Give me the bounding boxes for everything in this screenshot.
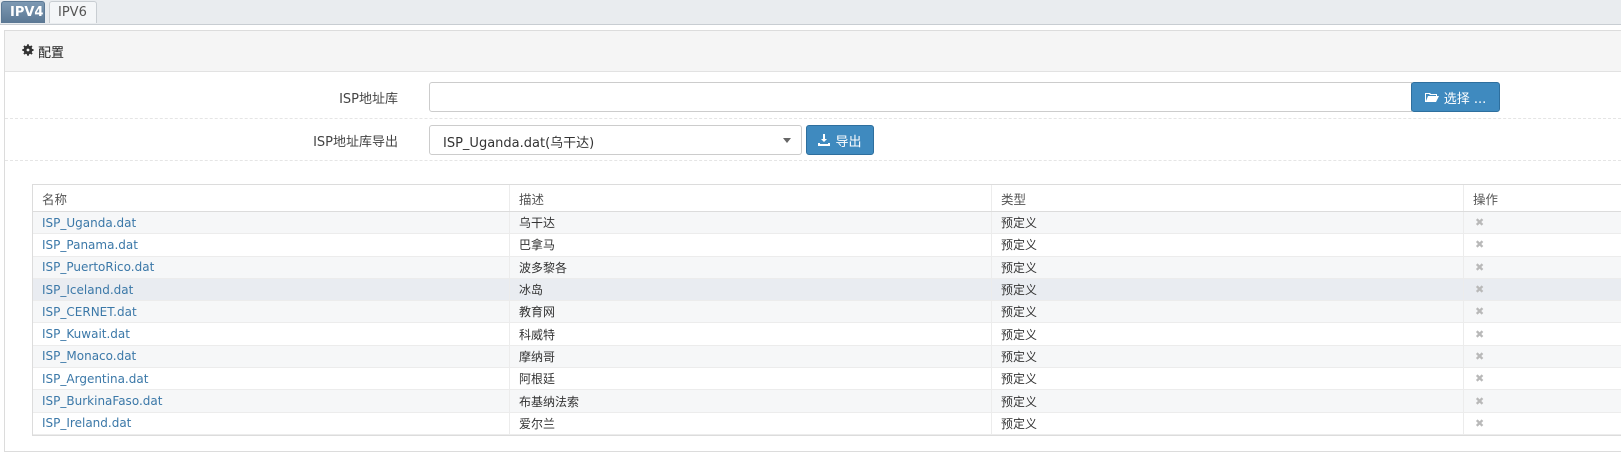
column-header-name[interactable]: 名称 xyxy=(33,185,509,211)
isp-library-label: ISP地址库 xyxy=(339,92,398,107)
export-button[interactable]: 导出 xyxy=(806,125,874,155)
gear-icon xyxy=(22,44,34,56)
table-row[interactable]: ISP_BurkinaFaso.dat 布基纳法索 预定义 ✖ xyxy=(33,390,1621,413)
config-panel: 配置 ISP地址库 选择 ... ISP地址库导出 ISP_Uganda.dat… xyxy=(4,30,1621,452)
row-desc: 摩纳哥 xyxy=(509,345,991,368)
row-desc: 教育网 xyxy=(509,301,991,323)
table-row[interactable]: ISP_Kuwait.dat 科威特 预定义 ✖ xyxy=(33,323,1621,346)
isp-library-input[interactable] xyxy=(429,82,1412,112)
row-name-link[interactable]: ISP_PuertoRico.dat xyxy=(33,257,509,278)
delete-icon[interactable]: ✖ xyxy=(1463,234,1621,256)
export-select-value: ISP_Uganda.dat(乌干达) xyxy=(443,136,595,151)
row-desc: 布基纳法索 xyxy=(509,390,991,412)
export-select[interactable]: ISP_Uganda.dat(乌干达) xyxy=(429,125,802,155)
column-header-type[interactable]: 类型 xyxy=(991,185,1463,211)
row-type: 预定义 xyxy=(991,323,1463,345)
row-desc: 乌干达 xyxy=(509,212,991,234)
tab-ipv4[interactable]: IPV4 xyxy=(1,1,45,23)
delete-icon[interactable]: ✖ xyxy=(1463,323,1621,345)
table-row[interactable]: ISP_PuertoRico.dat 波多黎各 预定义 ✖ xyxy=(33,256,1621,279)
delete-icon[interactable]: ✖ xyxy=(1463,256,1621,278)
row-desc: 波多黎各 xyxy=(509,256,991,278)
row-name-link[interactable]: ISP_CERNET.dat xyxy=(33,301,509,322)
column-header-action: 操作 xyxy=(1463,185,1621,211)
form-divider xyxy=(5,160,1621,161)
row-type: 预定义 xyxy=(991,278,1463,301)
row-type: 预定义 xyxy=(991,301,1463,323)
row-name-link[interactable]: ISP_Argentina.dat xyxy=(33,368,509,389)
row-name-link[interactable]: ISP_BurkinaFaso.dat xyxy=(33,390,509,411)
delete-icon[interactable]: ✖ xyxy=(1463,301,1621,323)
panel-heading: 配置 xyxy=(5,31,1621,72)
table-row[interactable]: ISP_Ireland.dat 爱尔兰 预定义 ✖ xyxy=(33,412,1621,435)
delete-icon[interactable]: ✖ xyxy=(1463,390,1621,412)
export-button-label: 导出 xyxy=(835,134,862,150)
isp-table: 名称 描述 类型 操作 ISP_Uganda.dat 乌干达 预定义 ✖ ISP… xyxy=(32,184,1621,436)
row-name-link[interactable]: ISP_Monaco.dat xyxy=(33,346,509,367)
row-name-link[interactable]: ISP_Ireland.dat xyxy=(33,413,509,434)
tab-bar: IPV4 IPV6 xyxy=(0,0,1621,25)
delete-icon[interactable]: ✖ xyxy=(1463,412,1621,434)
table-row[interactable]: ISP_Argentina.dat 阿根廷 预定义 ✖ xyxy=(33,368,1621,391)
table-row[interactable]: ISP_Iceland.dat 冰岛 预定义 ✖ xyxy=(33,278,1621,302)
row-name-link[interactable]: ISP_Kuwait.dat xyxy=(33,323,509,344)
row-type: 预定义 xyxy=(991,212,1463,234)
row-type: 预定义 xyxy=(991,368,1463,390)
row-name-link[interactable]: ISP_Panama.dat xyxy=(33,234,509,255)
row-type: 预定义 xyxy=(991,390,1463,412)
table-header: 名称 描述 类型 操作 xyxy=(33,185,1621,212)
table-row[interactable]: ISP_Panama.dat 巴拿马 预定义 ✖ xyxy=(33,234,1621,257)
table-row[interactable]: ISP_Uganda.dat 乌干达 预定义 ✖ xyxy=(33,212,1621,235)
delete-icon[interactable]: ✖ xyxy=(1463,212,1621,234)
choose-file-button[interactable]: 选择 ... xyxy=(1411,82,1500,112)
row-desc: 阿根廷 xyxy=(509,368,991,390)
tab-ipv6[interactable]: IPV6 xyxy=(49,1,97,23)
row-type: 预定义 xyxy=(991,412,1463,434)
delete-icon[interactable]: ✖ xyxy=(1463,278,1621,301)
choose-file-label: 选择 ... xyxy=(1443,91,1487,107)
row-desc: 冰岛 xyxy=(509,278,991,301)
row-type: 预定义 xyxy=(991,345,1463,368)
form-divider xyxy=(5,118,1621,119)
row-desc: 爱尔兰 xyxy=(509,412,991,434)
row-desc: 巴拿马 xyxy=(509,234,991,256)
download-icon xyxy=(818,134,831,146)
table-row[interactable]: ISP_Monaco.dat 摩纳哥 预定义 ✖ xyxy=(33,345,1621,369)
row-type: 预定义 xyxy=(991,256,1463,278)
row-type: 预定义 xyxy=(991,234,1463,256)
folder-open-icon xyxy=(1424,93,1439,102)
table-row[interactable]: ISP_CERNET.dat 教育网 预定义 ✖ xyxy=(33,301,1621,324)
panel-title: 配置 xyxy=(38,46,65,61)
column-header-desc[interactable]: 描述 xyxy=(509,185,991,211)
delete-icon[interactable]: ✖ xyxy=(1463,345,1621,368)
chevron-down-icon xyxy=(783,138,791,143)
row-name-link[interactable]: ISP_Iceland.dat xyxy=(33,279,509,300)
row-name-link[interactable]: ISP_Uganda.dat xyxy=(33,212,509,233)
export-label: ISP地址库导出 xyxy=(313,135,398,150)
row-desc: 科威特 xyxy=(509,323,991,345)
delete-icon[interactable]: ✖ xyxy=(1463,368,1621,390)
